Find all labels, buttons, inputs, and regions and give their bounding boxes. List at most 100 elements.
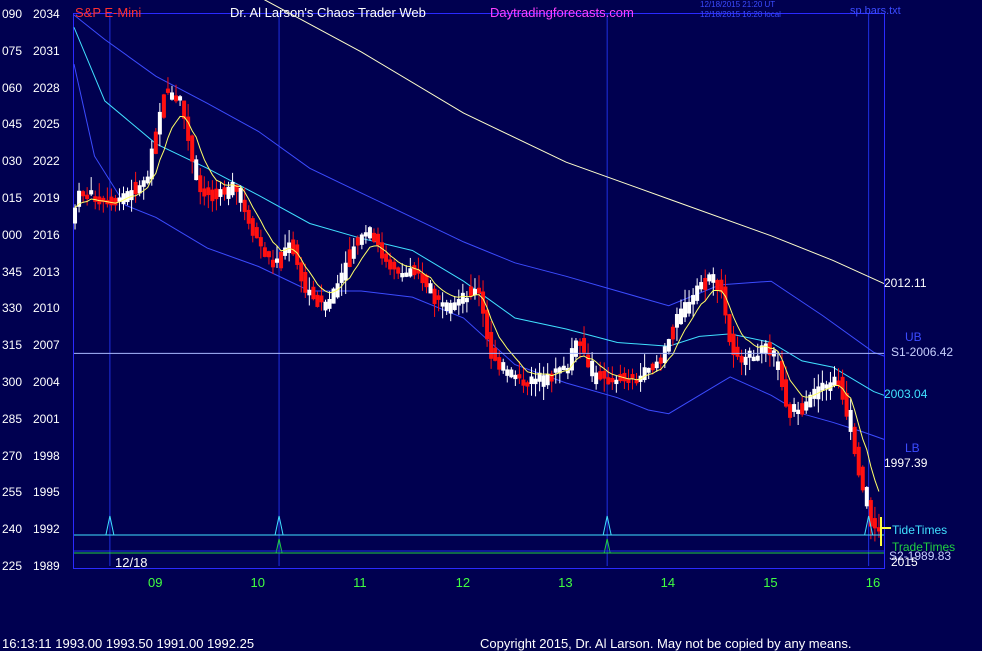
candle-body bbox=[81, 191, 86, 197]
candle-body bbox=[590, 360, 595, 377]
y-tick-price: 2010 bbox=[33, 301, 60, 316]
candle-body bbox=[371, 232, 376, 242]
candle-body bbox=[610, 377, 615, 383]
candle-body bbox=[250, 218, 255, 236]
candle-body bbox=[303, 271, 308, 293]
mid-band-value: 2003.04 bbox=[884, 387, 928, 401]
candle-body bbox=[376, 233, 381, 246]
y-tick-cycle: 240 bbox=[2, 522, 23, 537]
candle-body bbox=[464, 297, 469, 303]
candle-body bbox=[129, 190, 134, 201]
y-tick-cycle: 270 bbox=[2, 448, 23, 463]
candle-body bbox=[573, 340, 578, 357]
y-tick-cycle: 345 bbox=[2, 264, 23, 279]
candle-body bbox=[755, 355, 760, 361]
candle-body bbox=[553, 368, 558, 373]
y-tick-cycle: 000 bbox=[2, 227, 23, 242]
long-moving-average-line bbox=[263, 0, 885, 285]
candle-body bbox=[327, 299, 332, 309]
candle-body bbox=[820, 382, 825, 391]
candle-body bbox=[254, 227, 259, 239]
candle-body bbox=[691, 295, 696, 305]
candle-body bbox=[485, 309, 490, 340]
candle-body bbox=[384, 253, 389, 262]
candle-body bbox=[646, 367, 651, 373]
candle-body bbox=[174, 95, 179, 102]
y-tick-cycle: 075 bbox=[2, 43, 23, 58]
candle-body bbox=[396, 267, 401, 274]
candle-body bbox=[420, 273, 425, 284]
x-tick-label: 15 bbox=[763, 575, 778, 590]
y-tick-cycle: 285 bbox=[2, 411, 23, 426]
session-date-label: 12/18 bbox=[115, 555, 148, 570]
candle-body bbox=[380, 242, 385, 259]
candle-body bbox=[266, 251, 271, 258]
candle-body bbox=[85, 194, 90, 199]
candle-body bbox=[125, 191, 130, 203]
candle-body bbox=[412, 265, 417, 276]
y-tick-price: 2019 bbox=[33, 191, 60, 205]
candle-body bbox=[113, 197, 118, 206]
y-tick-price: 1992 bbox=[33, 522, 60, 537]
candle-body bbox=[662, 346, 667, 364]
candle-body bbox=[650, 363, 655, 371]
candle-body bbox=[270, 259, 275, 268]
candle-body bbox=[242, 199, 247, 213]
candle-body bbox=[800, 403, 805, 415]
y-tick-price: 2004 bbox=[33, 375, 60, 389]
site-link[interactable]: Daytradingforecasts.com bbox=[490, 5, 634, 20]
y-tick-cycle: 090 bbox=[2, 7, 23, 21]
y-tick-price: 2025 bbox=[33, 117, 60, 132]
candle-body bbox=[194, 159, 199, 181]
candle-body bbox=[444, 302, 449, 312]
y-tick-cycle: 045 bbox=[2, 117, 23, 132]
candle-body bbox=[561, 365, 566, 371]
candle-body bbox=[864, 487, 869, 507]
candle-body bbox=[258, 237, 263, 247]
candle-body bbox=[763, 343, 768, 355]
candle-body bbox=[521, 379, 526, 386]
candle-body bbox=[533, 378, 538, 385]
y-tick-price: 2022 bbox=[33, 154, 60, 169]
price-chart[interactable] bbox=[0, 0, 982, 650]
candle-body bbox=[824, 384, 829, 389]
year-label: 2015 bbox=[891, 555, 918, 569]
candle-body bbox=[872, 518, 877, 529]
support-level-label: S1-2006.42 bbox=[891, 345, 954, 359]
candle-body bbox=[145, 176, 150, 184]
lower-band-label: LB bbox=[905, 441, 920, 455]
candle-body bbox=[493, 347, 498, 361]
candle-body bbox=[428, 283, 433, 294]
candle-body bbox=[804, 401, 809, 411]
candle-body bbox=[323, 301, 328, 311]
candle-body bbox=[238, 187, 243, 203]
y-tick-price: 1998 bbox=[33, 448, 60, 463]
candle-body bbox=[299, 262, 304, 282]
candle-body bbox=[311, 286, 316, 300]
candle-body bbox=[630, 374, 635, 379]
candle-body bbox=[860, 466, 865, 491]
candle-body bbox=[283, 247, 288, 256]
candle-body bbox=[699, 282, 704, 290]
y-tick-cycle: 225 bbox=[2, 559, 23, 573]
long-ma-value: 2012.11 bbox=[884, 276, 927, 290]
candle-body bbox=[497, 357, 502, 370]
candle-body bbox=[226, 186, 231, 199]
candle-body bbox=[133, 181, 138, 195]
candle-body bbox=[89, 190, 94, 195]
y-tick-cycle: 300 bbox=[2, 375, 23, 389]
candle-body bbox=[109, 196, 114, 206]
y-tick-price: 2034 bbox=[33, 7, 60, 21]
y-tick-price: 2028 bbox=[33, 80, 60, 95]
candle-body bbox=[400, 273, 405, 278]
candle-body bbox=[161, 94, 166, 118]
candle-body bbox=[832, 376, 837, 386]
candle-body bbox=[848, 409, 853, 432]
x-tick-label: 09 bbox=[148, 575, 163, 590]
update-time-ut: 12/18/2015 21:20 UT bbox=[700, 0, 776, 9]
candle-body bbox=[448, 302, 453, 314]
x-tick-label: 10 bbox=[250, 575, 266, 590]
candle-body bbox=[230, 181, 235, 196]
candle-body bbox=[715, 280, 720, 291]
candle-body bbox=[275, 258, 280, 263]
